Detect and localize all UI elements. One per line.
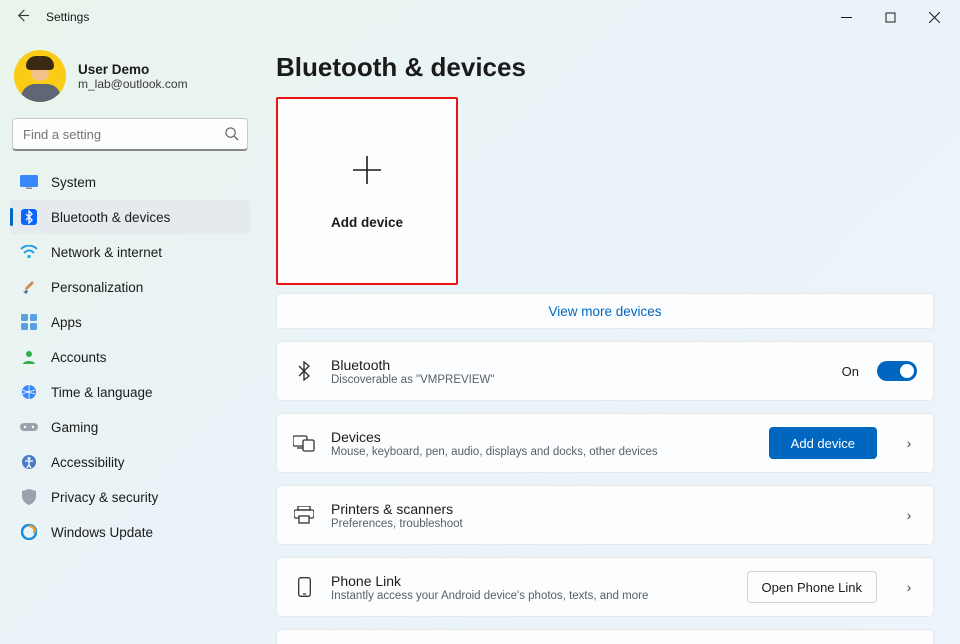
sidebar-item-system[interactable]: System bbox=[10, 165, 250, 199]
profile-block[interactable]: User Demo m_lab@outlook.com bbox=[10, 44, 250, 118]
view-more-label: View more devices bbox=[548, 304, 661, 319]
main-content: Bluetooth & devices Add device View more… bbox=[260, 34, 960, 644]
sidebar-item-accessibility[interactable]: Accessibility bbox=[10, 445, 250, 479]
devices-subtitle: Mouse, keyboard, pen, audio, displays an… bbox=[331, 446, 753, 458]
sidebar-item-apps[interactable]: Apps bbox=[10, 305, 250, 339]
phone-title: Phone Link bbox=[331, 573, 731, 589]
bluetooth-row: Bluetooth Discoverable as "VMPREVIEW" On bbox=[277, 342, 933, 400]
devices-row[interactable]: Devices Mouse, keyboard, pen, audio, dis… bbox=[277, 414, 933, 472]
cameras-row[interactable]: Cameras Connected cameras, default image… bbox=[277, 630, 933, 644]
bluetooth-card: Bluetooth Discoverable as "VMPREVIEW" On bbox=[276, 341, 934, 401]
sidebar-item-label: Network & internet bbox=[51, 245, 162, 260]
search-input[interactable] bbox=[12, 118, 248, 151]
sidebar-item-time[interactable]: Time & language bbox=[10, 375, 250, 409]
apps-icon bbox=[20, 313, 38, 331]
phone-row[interactable]: Phone Link Instantly access your Android… bbox=[277, 558, 933, 616]
profile-name: User Demo bbox=[78, 62, 188, 77]
devices-icon bbox=[293, 434, 315, 452]
page-heading: Bluetooth & devices bbox=[276, 52, 934, 83]
avatar bbox=[14, 50, 66, 102]
sidebar-item-label: Gaming bbox=[51, 420, 98, 435]
printer-icon bbox=[293, 506, 315, 524]
sidebar-item-accounts[interactable]: Accounts bbox=[10, 340, 250, 374]
sidebar: User Demo m_lab@outlook.com System Bluet… bbox=[0, 34, 260, 644]
update-icon bbox=[20, 523, 38, 541]
sidebar-item-bluetooth[interactable]: Bluetooth & devices bbox=[10, 200, 250, 234]
devices-card: Devices Mouse, keyboard, pen, audio, dis… bbox=[276, 413, 934, 473]
search-icon bbox=[224, 126, 239, 144]
window-controls bbox=[824, 2, 956, 32]
sidebar-item-label: System bbox=[51, 175, 96, 190]
bluetooth-title: Bluetooth bbox=[331, 357, 826, 373]
devices-title: Devices bbox=[331, 429, 753, 445]
bluetooth-state-label: On bbox=[842, 364, 859, 379]
phone-icon bbox=[293, 577, 315, 597]
sidebar-item-network[interactable]: Network & internet bbox=[10, 235, 250, 269]
maximize-button[interactable] bbox=[868, 2, 912, 32]
sidebar-item-label: Privacy & security bbox=[51, 490, 158, 505]
sidebar-item-label: Apps bbox=[51, 315, 82, 330]
minimize-button[interactable] bbox=[824, 2, 868, 32]
nav-list: System Bluetooth & devices Network & int… bbox=[10, 165, 250, 549]
phone-card: Phone Link Instantly access your Android… bbox=[276, 557, 934, 617]
add-device-card[interactable]: Add device bbox=[276, 97, 458, 285]
titlebar: Settings bbox=[0, 0, 960, 34]
bluetooth-toggle[interactable] bbox=[877, 361, 917, 381]
globe-clock-icon bbox=[20, 383, 38, 401]
printers-title: Printers & scanners bbox=[331, 501, 877, 517]
sidebar-item-gaming[interactable]: Gaming bbox=[10, 410, 250, 444]
gamepad-icon bbox=[20, 418, 38, 436]
paintbrush-icon bbox=[20, 278, 38, 296]
chevron-right-icon: › bbox=[901, 579, 917, 595]
window-title: Settings bbox=[46, 10, 89, 24]
bluetooth-subtitle: Discoverable as "VMPREVIEW" bbox=[331, 374, 826, 386]
printers-subtitle: Preferences, troubleshoot bbox=[331, 518, 877, 530]
shield-icon bbox=[20, 488, 38, 506]
view-more-link[interactable]: View more devices bbox=[276, 293, 934, 329]
chevron-right-icon: › bbox=[901, 435, 917, 451]
sidebar-item-label: Windows Update bbox=[51, 525, 153, 540]
sidebar-item-label: Personalization bbox=[51, 280, 143, 295]
chevron-right-icon: › bbox=[901, 507, 917, 523]
bluetooth-icon bbox=[20, 208, 38, 226]
printers-card: Printers & scanners Preferences, trouble… bbox=[276, 485, 934, 545]
profile-email: m_lab@outlook.com bbox=[78, 77, 188, 91]
plus-icon bbox=[351, 153, 383, 195]
add-device-button[interactable]: Add device bbox=[769, 427, 877, 459]
search-container bbox=[12, 118, 248, 151]
close-button[interactable] bbox=[912, 2, 956, 32]
phone-subtitle: Instantly access your Android device's p… bbox=[331, 590, 731, 602]
add-device-label: Add device bbox=[331, 215, 403, 230]
back-button[interactable] bbox=[12, 8, 32, 27]
sidebar-item-label: Accessibility bbox=[51, 455, 125, 470]
sidebar-item-label: Bluetooth & devices bbox=[51, 210, 170, 225]
open-phone-link-button[interactable]: Open Phone Link bbox=[747, 571, 877, 603]
accessibility-icon bbox=[20, 453, 38, 471]
bluetooth-glyph-icon bbox=[293, 361, 315, 381]
person-icon bbox=[20, 348, 38, 366]
sidebar-item-label: Accounts bbox=[51, 350, 107, 365]
sidebar-item-personalization[interactable]: Personalization bbox=[10, 270, 250, 304]
printers-row[interactable]: Printers & scanners Preferences, trouble… bbox=[277, 486, 933, 544]
sidebar-item-update[interactable]: Windows Update bbox=[10, 515, 250, 549]
sidebar-item-privacy[interactable]: Privacy & security bbox=[10, 480, 250, 514]
monitor-icon bbox=[20, 173, 38, 191]
sidebar-item-label: Time & language bbox=[51, 385, 153, 400]
wifi-icon bbox=[20, 243, 38, 261]
cameras-card: Cameras Connected cameras, default image… bbox=[276, 629, 934, 644]
